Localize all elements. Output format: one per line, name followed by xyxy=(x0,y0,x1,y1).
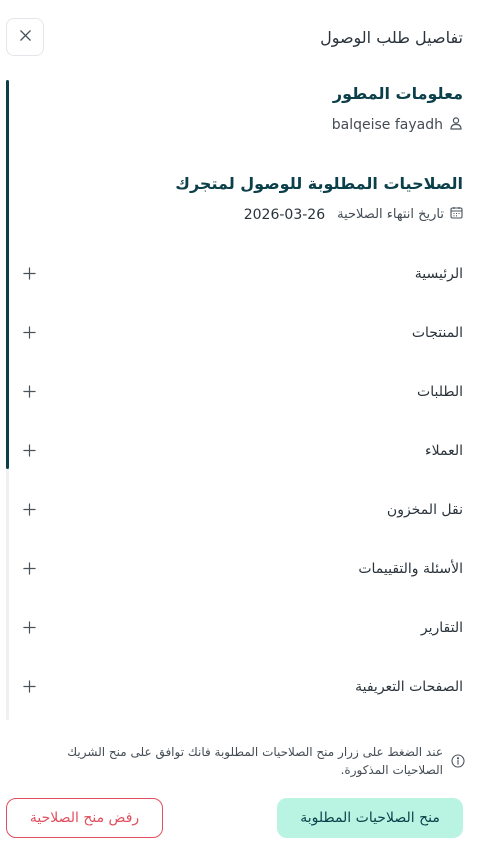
permission-label: الصفحات التعريفية xyxy=(355,678,463,695)
permission-label: العملاء xyxy=(425,442,463,459)
permission-item-inventory-transfer[interactable]: نقل المخزون xyxy=(18,480,463,539)
permission-item-info-pages[interactable]: الصفحات التعريفية xyxy=(18,657,463,716)
expiry-info: تاريخ انتهاء الصلاحية 2026-03-26 xyxy=(244,206,463,223)
details-scroll-area[interactable]: معلومات المطور balqeise fayadh الصلاحيات… xyxy=(6,80,463,720)
close-button[interactable] xyxy=(6,18,44,56)
consent-notice: عند الضغط على زرار منح الصلاحيات المطلوب… xyxy=(14,743,465,779)
permission-item-home[interactable]: الرئيسية xyxy=(18,244,463,303)
permission-label: الأسئلة والتقييمات xyxy=(358,560,463,577)
permission-item-reports[interactable]: التقارير xyxy=(18,598,463,657)
permissions-list: الرئيسية المنتجات الطلبات العملاء نقل ال… xyxy=(18,244,463,716)
plus-icon[interactable] xyxy=(18,558,40,580)
permission-item-products[interactable]: المنتجات xyxy=(18,303,463,362)
plus-icon[interactable] xyxy=(18,440,40,462)
calendar-icon xyxy=(450,206,463,223)
page-title: تفاصيل طلب الوصول xyxy=(320,27,463,47)
permission-label: الرئيسية xyxy=(414,265,463,282)
grant-permissions-button[interactable]: منح الصلاحيات المطلوبة xyxy=(277,798,463,838)
permission-item-questions-reviews[interactable]: الأسئلة والتقييمات xyxy=(18,539,463,598)
permission-item-orders[interactable]: الطلبات xyxy=(18,362,463,421)
info-icon xyxy=(451,754,465,773)
plus-icon[interactable] xyxy=(18,499,40,521)
plus-icon[interactable] xyxy=(18,676,40,698)
developer-info: balqeise fayadh xyxy=(332,116,463,134)
permissions-section-title: الصلاحيات المطلوبة للوصول لمتجرك xyxy=(175,174,463,193)
developer-section-title: معلومات المطور xyxy=(332,84,463,103)
scrollbar-thumb[interactable] xyxy=(6,80,9,469)
plus-icon[interactable] xyxy=(18,617,40,639)
permission-label: الطلبات xyxy=(417,383,463,400)
plus-icon[interactable] xyxy=(18,263,40,285)
user-icon xyxy=(449,116,463,134)
permission-label: المنتجات xyxy=(411,324,463,341)
developer-name: balqeise fayadh xyxy=(331,117,443,133)
panel-header: تفاصيل طلب الوصول xyxy=(6,18,463,56)
plus-icon[interactable] xyxy=(18,381,40,403)
permission-item-customers[interactable]: العملاء xyxy=(18,421,463,480)
expiry-date: 2026-03-26 xyxy=(243,206,326,223)
panel-footer: منح الصلاحيات المطلوبة رفض منح الصلاحية xyxy=(6,798,463,838)
close-icon xyxy=(19,29,32,45)
expiry-label: تاريخ انتهاء الصلاحية xyxy=(337,207,444,222)
reject-permission-button[interactable]: رفض منح الصلاحية xyxy=(6,798,163,838)
access-request-panel: تفاصيل طلب الوصول معلومات المطور balqeis… xyxy=(0,0,481,848)
permission-label: نقل المخزون xyxy=(386,501,463,518)
consent-notice-text: عند الضغط على زرار منح الصلاحيات المطلوب… xyxy=(67,745,443,777)
plus-icon[interactable] xyxy=(18,322,40,344)
permission-label: التقارير xyxy=(420,619,463,636)
